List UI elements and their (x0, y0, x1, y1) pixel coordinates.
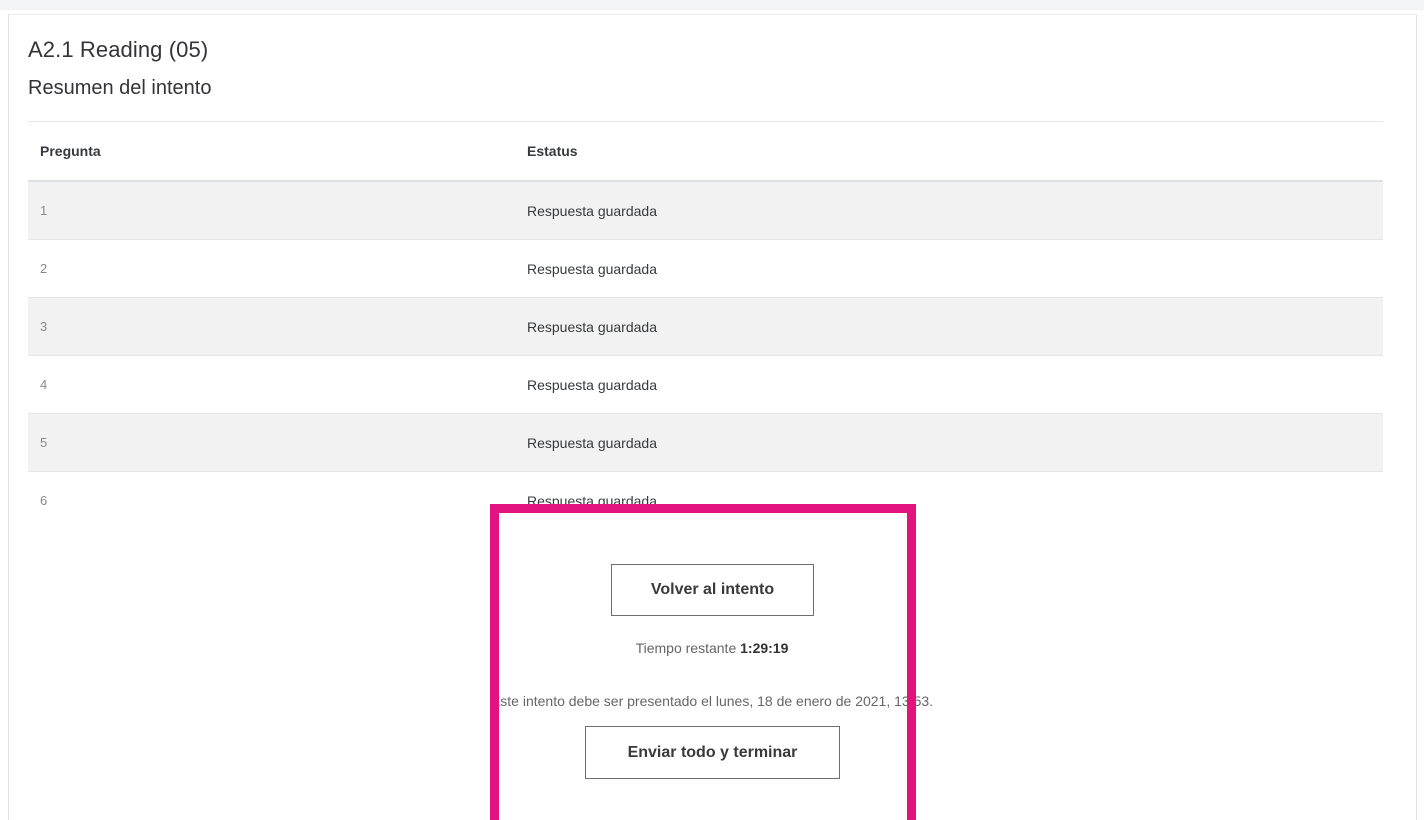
table-row[interactable]: 2 Respuesta guardada (28, 239, 1383, 298)
submission-deadline-text: Este intento debe ser presentado el lune… (490, 693, 934, 709)
page: A2.1 Reading (05) Resumen del intento Pr… (0, 0, 1424, 820)
question-status: Respuesta guardada (515, 355, 1383, 414)
question-status: Respuesta guardada (515, 471, 1383, 529)
summary-heading: Resumen del intento (28, 77, 212, 99)
column-header-status: Estatus (515, 121, 1383, 182)
question-number[interactable]: 5 (28, 413, 515, 472)
column-header-question: Pregunta (28, 121, 515, 182)
table-row[interactable]: 1 Respuesta guardada (28, 180, 1383, 240)
submit-all-and-finish-button[interactable]: Enviar todo y terminar (585, 726, 840, 779)
table-header-row: Pregunta Estatus (28, 121, 1383, 182)
question-number[interactable]: 2 (28, 239, 515, 298)
table-row[interactable]: 5 Respuesta guardada (28, 413, 1383, 472)
question-status: Respuesta guardada (515, 180, 1383, 240)
question-status: Respuesta guardada (515, 413, 1383, 472)
attempt-summary-table: Pregunta Estatus 1 Respuesta guardada 2 … (28, 121, 1383, 529)
table-row[interactable]: 3 Respuesta guardada (28, 297, 1383, 356)
top-strip (0, 0, 1424, 10)
time-remaining-value: 1:29:19 (740, 640, 789, 656)
time-remaining-label: Tiempo restante (635, 640, 737, 656)
return-to-attempt-button[interactable]: Volver al intento (611, 564, 814, 616)
question-number[interactable]: 1 (28, 180, 515, 240)
time-remaining: Tiempo restante 1:29:19 (0, 640, 1424, 656)
question-number[interactable]: 6 (28, 471, 515, 529)
question-number[interactable]: 4 (28, 355, 515, 414)
question-status: Respuesta guardada (515, 239, 1383, 298)
quiz-title: A2.1 Reading (05) (28, 37, 209, 62)
question-status: Respuesta guardada (515, 297, 1383, 356)
table-row[interactable]: 6 Respuesta guardada (28, 471, 1383, 529)
table-row[interactable]: 4 Respuesta guardada (28, 355, 1383, 414)
question-number[interactable]: 3 (28, 297, 515, 356)
